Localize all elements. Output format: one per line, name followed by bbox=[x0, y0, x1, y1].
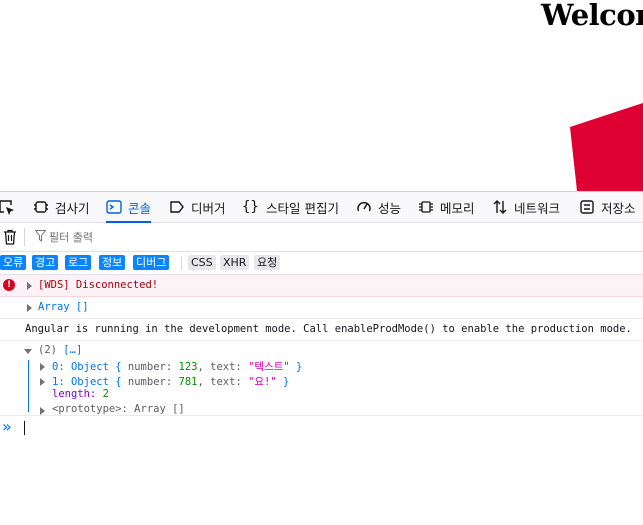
console-output: ! [WDS] Disconnected! Array [] Angular i… bbox=[0, 275, 643, 416]
filter-xhr-button[interactable]: XHR bbox=[220, 255, 250, 270]
element-picker-icon[interactable] bbox=[0, 199, 16, 217]
tree-item-length: length: 2 bbox=[52, 388, 109, 400]
object-header[interactable]: (2) […] bbox=[38, 344, 82, 356]
filter-logs-button[interactable]: 로그 bbox=[65, 255, 92, 270]
tab-debugger[interactable]: 디버거 bbox=[169, 192, 226, 222]
levels-divider bbox=[181, 256, 182, 270]
toolbar-divider bbox=[24, 228, 25, 246]
tree-item-prototype[interactable]: <prototype>: Array [] bbox=[52, 403, 185, 415]
memory-icon bbox=[419, 201, 433, 213]
prompt-chevron-icon: » bbox=[2, 417, 12, 436]
filter-css-button[interactable]: CSS bbox=[188, 255, 216, 270]
error-message-text: [WDS] Disconnected! bbox=[38, 279, 159, 291]
console-message-object: (2) […] 0: Object { number: 123, text: "… bbox=[0, 341, 643, 416]
filter-errors-button[interactable]: 오류 bbox=[0, 255, 27, 270]
filter-warnings-button[interactable]: 경고 bbox=[32, 255, 59, 270]
debugger-icon bbox=[170, 201, 184, 213]
tab-storage[interactable]: 저장소 bbox=[579, 192, 636, 222]
tab-console-label: 콘솔 bbox=[128, 200, 152, 216]
error-icon: ! bbox=[3, 279, 15, 291]
tab-performance[interactable]: 성능 bbox=[356, 192, 401, 222]
devtools-panel: 검사기 콘솔 디버거 {} 스타일 편집기 성능 메모리 네트워크 저장소 필터… bbox=[0, 191, 643, 525]
page-viewport: Welcom bbox=[0, 0, 643, 191]
tab-console[interactable]: 콘솔 bbox=[106, 192, 152, 223]
performance-icon bbox=[357, 201, 371, 212]
expand-arrow-icon[interactable] bbox=[40, 363, 45, 371]
logo-shape bbox=[570, 103, 643, 191]
array-length-label: (2) bbox=[38, 344, 57, 356]
collapse-arrow-icon[interactable] bbox=[24, 349, 32, 354]
tab-memory-label: 메모리 bbox=[440, 200, 475, 216]
tab-style-editor-label: 스타일 편집기 bbox=[266, 200, 339, 216]
text-caret bbox=[24, 421, 25, 435]
log-level-filters: 오류 경고 로그 정보 디버그 CSS XHR 요청 bbox=[0, 252, 643, 275]
console-toolbar bbox=[0, 223, 643, 252]
network-icon bbox=[493, 200, 507, 214]
expand-arrow-icon[interactable] bbox=[27, 282, 32, 290]
devtools-tabbar: 검사기 콘솔 디버거 {} 스타일 편집기 성능 메모리 네트워크 저장소 bbox=[0, 192, 643, 223]
tab-storage-label: 저장소 bbox=[601, 200, 636, 216]
inspector-icon bbox=[34, 201, 48, 213]
expand-arrow-icon[interactable] bbox=[27, 304, 32, 312]
expand-arrow-icon[interactable] bbox=[40, 378, 45, 386]
tab-inspector-label: 검사기 bbox=[55, 200, 90, 216]
tab-style-editor[interactable]: {} 스타일 편집기 bbox=[242, 192, 339, 222]
tree-guide-line bbox=[28, 360, 29, 412]
tab-debugger-label: 디버거 bbox=[191, 200, 226, 216]
tab-network-label: 네트워크 bbox=[514, 200, 561, 216]
tree-item-1[interactable]: 1: Object { number: 781, text: "요!" } bbox=[52, 374, 289, 389]
console-message-error: ! [WDS] Disconnected! bbox=[0, 275, 643, 297]
filter-debug-button[interactable]: 디버그 bbox=[133, 255, 170, 270]
log-message-text: Angular is running in the development mo… bbox=[25, 323, 632, 335]
console-icon bbox=[106, 200, 122, 214]
style-editor-icon: {} bbox=[242, 199, 259, 215]
tab-performance-label: 성능 bbox=[378, 200, 402, 216]
page-heading: Welcom bbox=[541, 0, 643, 32]
storage-icon bbox=[580, 200, 594, 214]
array-preview: […] bbox=[63, 344, 83, 356]
console-message-log: Array [] bbox=[0, 297, 643, 319]
filter-requests-button[interactable]: 요청 bbox=[254, 255, 281, 270]
array-object-link[interactable]: Array [] bbox=[38, 301, 89, 313]
trash-icon[interactable] bbox=[3, 229, 17, 245]
console-message-log: Angular is running in the development mo… bbox=[0, 319, 643, 341]
tab-memory[interactable]: 메모리 bbox=[418, 192, 475, 222]
filter-icon bbox=[35, 230, 46, 242]
expand-arrow-icon[interactable] bbox=[40, 407, 45, 415]
tree-item-0[interactable]: 0: Object { number: 123, text: "텍스트" } bbox=[52, 359, 302, 374]
tab-inspector[interactable]: 검사기 bbox=[33, 192, 90, 222]
filter-input[interactable] bbox=[49, 228, 349, 246]
tab-network[interactable]: 네트워크 bbox=[492, 192, 560, 222]
console-input[interactable]: » bbox=[0, 416, 643, 438]
filter-info-button[interactable]: 정보 bbox=[99, 255, 126, 270]
